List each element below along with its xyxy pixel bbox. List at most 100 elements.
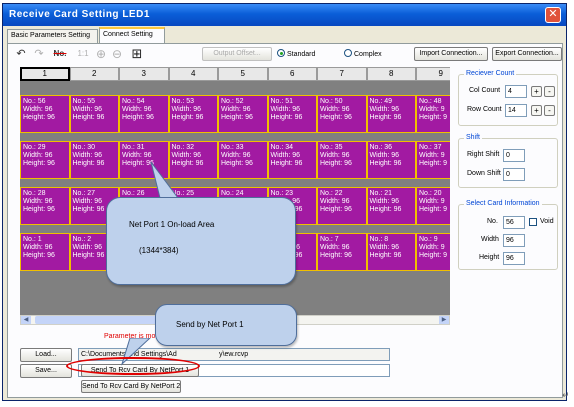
receiver-card-cell[interactable]: No.: 53 Width: 96 Height: 96	[168, 95, 218, 133]
grid-icon[interactable]: ⊞	[130, 47, 144, 61]
radio-complex-dot[interactable]	[344, 49, 352, 57]
export-connection-button[interactable]: Export Connection...	[492, 47, 562, 61]
cell-height: Height: 9	[419, 206, 448, 213]
receiver-card-cell[interactable]: No.: 54 Width: 96 Height: 96	[119, 95, 169, 133]
receiver-card-cell[interactable]: No.: 8 Width: 96 Height: 96	[366, 233, 416, 271]
cell-width: Width: 96	[270, 152, 301, 159]
cell-height: Height: 96	[320, 160, 352, 167]
receiver-card-cell[interactable]: No.: 37 Width: 9 Height: 9	[416, 141, 450, 179]
cell-width: Width: 9	[419, 244, 445, 251]
output-offset-button[interactable]: Output Offset...	[202, 47, 272, 61]
undo-icon[interactable]: ↶	[14, 47, 28, 61]
redo-icon[interactable]: ↷	[32, 47, 46, 61]
receiver-card-cell[interactable]: No.: 49 Width: 96 Height: 96	[366, 95, 416, 133]
cell-no: No.: 37	[419, 144, 442, 151]
cell-no: No.: 49	[369, 98, 393, 105]
void-checkbox[interactable]	[529, 218, 537, 226]
column-header-3[interactable]: 3	[119, 67, 169, 81]
receiver-card-cell[interactable]: No.: 22 Width: 96 Height: 96	[317, 187, 367, 225]
down-shift-input[interactable]: 0	[503, 168, 525, 181]
cell-no: No.: 27	[72, 190, 96, 197]
tab-connect-setting[interactable]: Connect Setting	[99, 27, 165, 43]
receiver-card-cell[interactable]: No.: 9 Width: 9 Height: 9	[416, 233, 450, 271]
receiver-card-cell[interactable]: No.: 51 Width: 96 Height: 96	[267, 95, 317, 133]
receiver-card-cell[interactable]: No.: 7 Width: 96 Height: 96	[317, 233, 367, 271]
net-port-area-callout: Net Port 1 On-load Area (1344*384)	[106, 197, 296, 285]
card-no-input[interactable]: 56	[503, 216, 525, 229]
receiver-card-cell[interactable]: No.: 35 Width: 96 Height: 96	[317, 141, 367, 179]
number-icon[interactable]: No.	[50, 47, 70, 61]
import-connection-button[interactable]: Import Connection...	[414, 47, 488, 61]
receiver-card-cell[interactable]: No.: 34 Width: 96 Height: 96	[267, 141, 317, 179]
receiver-card-cell[interactable]: No.: 33 Width: 96 Height: 96	[218, 141, 268, 179]
cell-no: No.: 54	[122, 98, 145, 105]
col-count-input[interactable]: 4	[505, 85, 527, 98]
select-card-group: Select Card Information No. 56 Void Widt…	[458, 200, 558, 270]
cell-no: No.: 36	[369, 144, 393, 151]
receiver-card-cell[interactable]: No.: 56 Width: 96 Height: 96	[20, 95, 70, 133]
cell-no: No.: 32	[171, 144, 195, 151]
scroll-right-icon[interactable]: ▶	[439, 316, 449, 324]
column-header-5[interactable]: 5	[218, 67, 268, 81]
cell-height: Height: 96	[369, 160, 402, 167]
receiver-count-group: Reciever Count Col Count 4 + - Row Count…	[458, 70, 558, 126]
receiver-card-cell[interactable]: No.: 1 Width: 96 Height: 96	[20, 233, 70, 271]
receiver-card-cell[interactable]: No.: 28 Width: 96 Height: 96	[20, 187, 70, 225]
cell-height: Height: 9	[419, 160, 448, 167]
title-bar[interactable]: Receive Card Setting LED1 ✕	[3, 4, 566, 26]
cell-width: Width: 96	[221, 106, 251, 113]
column-header-1[interactable]: 1	[20, 67, 70, 81]
row-count-plus-button[interactable]: +	[531, 105, 542, 116]
card-no-label: No.	[487, 218, 498, 225]
net-port-area-line1: Net Port 1 On-load Area	[129, 220, 215, 229]
ratio-icon[interactable]: 1:1	[74, 47, 92, 61]
send-by-port1-text: Send by Net Port 1	[176, 320, 244, 329]
row-count-minus-button[interactable]: -	[544, 105, 555, 116]
radio-complex[interactable]: Complex	[344, 49, 382, 58]
send-netport2-button[interactable]: Send To Rcv Card By NetPort 2	[81, 380, 181, 393]
cell-width: Width: 9	[419, 198, 445, 205]
receiver-card-cell[interactable]: No.: 29 Width: 96 Height: 96	[20, 141, 70, 179]
window-title: Receive Card Setting LED1	[9, 9, 150, 20]
cell-height: Height: 96	[72, 160, 105, 167]
receiver-card-cell[interactable]: No.: 52 Width: 96 Height: 96	[218, 95, 268, 133]
cell-height: Height: 96	[221, 160, 253, 167]
cell-width: Width: 96	[23, 244, 53, 251]
receiver-card-cell[interactable]: No.: 50 Width: 96 Height: 96	[317, 95, 367, 133]
tab-basic-parameters[interactable]: Basic Parameters Setting	[7, 29, 98, 43]
zoom-in-icon[interactable]: ⊕	[94, 47, 108, 61]
column-header-4[interactable]: 4	[168, 67, 218, 81]
cell-no: No.: 9	[419, 236, 438, 243]
row-count-input[interactable]: 14	[505, 104, 527, 117]
right-shift-input[interactable]: 0	[503, 149, 525, 162]
close-button[interactable]: ✕	[545, 7, 561, 23]
zoom-out-icon[interactable]: ⊖	[110, 47, 124, 61]
column-header-7[interactable]: 7	[317, 67, 367, 81]
cell-width: Width: 9	[419, 106, 445, 113]
receiver-card-cell[interactable]: No.: 20 Width: 9 Height: 9	[416, 187, 450, 225]
receiver-card-cell[interactable]: No.: 48 Width: 9 Height: 9	[416, 95, 450, 133]
cell-height: Height: 96	[270, 160, 303, 167]
cell-width: Width: 96	[369, 152, 400, 159]
send-by-port1-callout: Send by Net Port 1	[155, 304, 297, 346]
scroll-left-icon[interactable]: ◀	[21, 316, 31, 324]
cell-width: Width: 96	[320, 198, 350, 205]
cell-width: Width: 96	[369, 106, 400, 113]
card-width-input[interactable]: 96	[503, 234, 525, 247]
load-button[interactable]: Load...	[20, 348, 72, 362]
receiver-card-cell[interactable]: No.: 21 Width: 96 Height: 96	[366, 187, 416, 225]
column-header-9[interactable]: 9	[416, 67, 450, 81]
save-button[interactable]: Save...	[20, 364, 72, 378]
col-count-plus-button[interactable]: +	[531, 86, 542, 97]
card-height-input[interactable]: 96	[503, 252, 525, 265]
receiver-card-cell[interactable]: No.: 55 Width: 96 Height: 96	[69, 95, 119, 133]
cell-height: Height: 96	[320, 252, 352, 259]
radio-standard[interactable]: Standard	[277, 49, 315, 58]
receiver-card-cell[interactable]: No.: 36 Width: 96 Height: 96	[366, 141, 416, 179]
column-header-6[interactable]: 6	[267, 67, 317, 81]
column-header-8[interactable]: 8	[366, 67, 416, 81]
column-header-2[interactable]: 2	[69, 67, 119, 81]
col-count-minus-button[interactable]: -	[544, 86, 555, 97]
receiver-card-cell[interactable]: No.: 30 Width: 96 Height: 96	[69, 141, 119, 179]
radio-standard-dot[interactable]	[277, 49, 285, 57]
